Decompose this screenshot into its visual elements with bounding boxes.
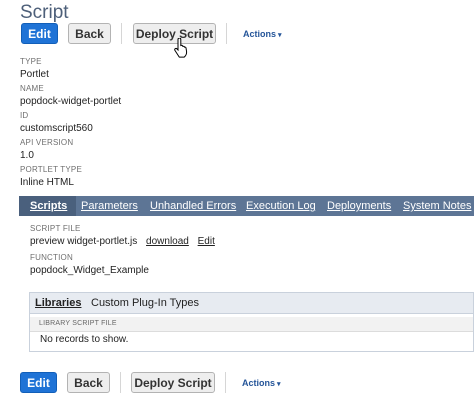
field-label: TYPE [20, 57, 42, 66]
libraries-panel: Libraries Custom Plug-In Types LIBRARY S… [29, 292, 474, 352]
back-button-bottom[interactable]: Back [67, 372, 110, 393]
edit-button[interactable]: Edit [21, 23, 58, 44]
field-id: ID customscript560 [20, 111, 93, 135]
function-label: FUNCTION [30, 253, 73, 262]
subtab-bar: Scripts Parameters Unhandled Errors Exec… [19, 196, 474, 216]
chevron-down-icon: ▾ [278, 32, 282, 39]
toolbar-divider [121, 23, 122, 44]
function-field: FUNCTION popdock_Widget_Example [30, 253, 149, 277]
tab-execution-log[interactable]: Execution Log [246, 200, 316, 212]
field-name: NAME popdock-widget-portlet [20, 84, 121, 108]
tab-custom-plugin-types[interactable]: Custom Plug-In Types [91, 297, 199, 309]
download-link[interactable]: download [146, 236, 189, 247]
tab-deployments[interactable]: Deployments [327, 200, 391, 212]
field-value: 1.0 [20, 150, 34, 161]
field-label: API VERSION [20, 138, 74, 147]
script-file-label: SCRIPT FILE [30, 224, 81, 233]
script-file-name: preview widget-portlet.js [30, 236, 138, 247]
tab-scripts[interactable]: Scripts [30, 200, 67, 212]
field-portlet-type: PORTLET TYPE Inline HTML [20, 165, 82, 189]
libraries-tab-bar: Libraries Custom Plug-In Types [30, 293, 473, 314]
empty-message: No records to show. [40, 334, 129, 345]
page-title: Script [20, 2, 69, 23]
field-value: Portlet [20, 69, 49, 80]
chevron-down-icon: ▾ [277, 381, 281, 388]
actions-menu-bottom[interactable]: Actions ▾ [242, 378, 281, 388]
field-value: Inline HTML [20, 177, 74, 188]
deploy-script-button-bottom[interactable]: Deploy Script [131, 372, 215, 393]
tab-system-notes[interactable]: System Notes [403, 200, 471, 212]
script-file-value: preview widget-portlet.js download Edit [30, 236, 215, 248]
edit-script-link[interactable]: Edit [198, 236, 215, 247]
field-type: TYPE Portlet [20, 57, 49, 81]
edit-button-bottom[interactable]: Edit [20, 372, 57, 393]
function-value: popdock_Widget_Example [30, 265, 149, 276]
actions-menu[interactable]: Actions ▾ [243, 29, 282, 39]
tab-parameters[interactable]: Parameters [81, 200, 138, 212]
column-header-library-script-file: LIBRARY SCRIPT FILE [39, 320, 117, 327]
actions-label: Actions [242, 378, 276, 388]
field-value: customscript560 [20, 123, 93, 134]
field-label: PORTLET TYPE [20, 165, 82, 174]
table-header: LIBRARY SCRIPT FILE [30, 317, 473, 332]
field-label: NAME [20, 84, 44, 93]
tab-unhandled-errors[interactable]: Unhandled Errors [150, 200, 236, 212]
hand-cursor-icon [174, 38, 188, 58]
field-label: ID [20, 111, 29, 120]
toolbar-divider [225, 372, 226, 393]
back-button[interactable]: Back [68, 23, 111, 44]
actions-label: Actions [243, 29, 277, 39]
toolbar-divider [226, 23, 227, 44]
toolbar-divider [120, 372, 121, 393]
field-api-version: API VERSION 1.0 [20, 138, 73, 162]
field-value: popdock-widget-portlet [20, 96, 122, 107]
tab-libraries[interactable]: Libraries [35, 297, 81, 309]
script-file-field: SCRIPT FILE preview widget-portlet.js do… [30, 224, 215, 248]
